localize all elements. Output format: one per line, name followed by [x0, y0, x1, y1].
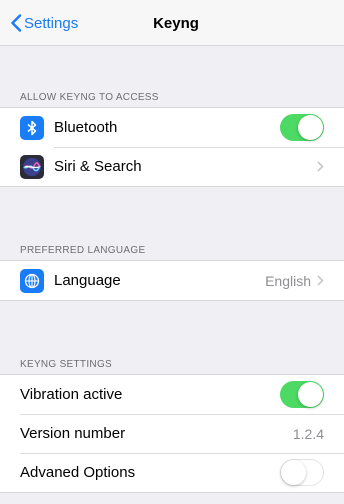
bluetooth-row: Bluetooth: [0, 108, 344, 147]
section-header-language: PREFERRED LANGUAGE: [20, 245, 146, 256]
access-group: Bluetooth Siri & Search: [0, 107, 344, 187]
vibration-label: Vibration active: [20, 386, 123, 403]
siri-search-row[interactable]: Siri & Search: [0, 147, 344, 186]
chevron-right-icon: [317, 275, 324, 286]
navigation-bar: Settings Keyng: [0, 0, 344, 46]
settings-group: Vibration active Version number 1.2.4 Ad…: [0, 374, 344, 493]
version-value: 1.2.4: [292, 425, 324, 442]
vibration-row: Vibration active: [0, 375, 344, 414]
siri-search-label: Siri & Search: [54, 158, 142, 175]
version-label: Version number: [20, 425, 126, 442]
bluetooth-label: Bluetooth: [54, 119, 118, 136]
globe-icon: [20, 268, 44, 293]
section-header-settings: KEYNG SETTINGS: [20, 359, 112, 370]
bluetooth-toggle[interactable]: [280, 114, 324, 141]
advanced-options-toggle[interactable]: [280, 459, 324, 486]
siri-icon: [20, 154, 44, 179]
chevron-right-icon: [317, 161, 324, 172]
version-row: Version number 1.2.4: [0, 414, 344, 453]
page-title: Keyng: [153, 14, 199, 32]
vibration-toggle[interactable]: [280, 381, 324, 408]
bluetooth-icon: [20, 115, 44, 140]
advanced-options-label: Advaned Options: [20, 464, 136, 481]
section-header-access: ALLOW KEYNG TO ACCESS: [20, 92, 159, 103]
language-group: Language English: [0, 260, 344, 301]
advanced-options-row: Advaned Options: [0, 453, 344, 492]
language-label: Language: [54, 272, 121, 289]
language-row[interactable]: Language English: [0, 261, 344, 300]
language-value: English: [265, 272, 311, 289]
